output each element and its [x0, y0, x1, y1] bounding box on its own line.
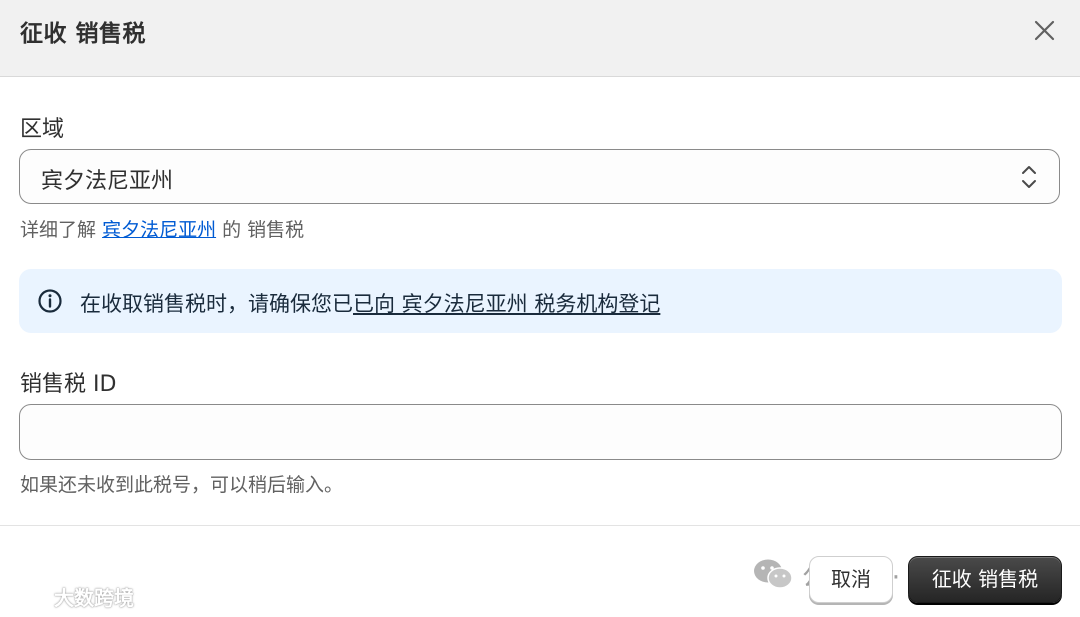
region-label: 区域 [20, 117, 65, 142]
dialog-title: 征收 销售税 [20, 21, 147, 47]
info-icon [37, 288, 63, 318]
sales-tax-dialog: 征收 销售税 区域 宾夕法尼亚州 详细了解 宾夕法尼亚州 的 销售税 在收取销售… [0, 0, 1080, 617]
brand-logo-icon [10, 587, 48, 605]
region-help-suffix: 的 销售税 [222, 219, 305, 241]
region-select-value: 宾夕法尼亚州 [41, 169, 174, 194]
banner-text-prefix: 在收取销售税时，请确保您已 [80, 292, 353, 316]
collect-sales-tax-button[interactable]: 征收 销售税 [908, 556, 1062, 603]
cancel-button[interactable]: 取消 [809, 556, 893, 603]
brand-watermark: 大数跨境 [8, 582, 134, 611]
brand-watermark-text: 大数跨境 [54, 586, 134, 610]
tax-id-input[interactable] [19, 404, 1062, 460]
chevron-up-down-icon [1019, 163, 1039, 195]
dialog-header: 征收 销售税 [0, 0, 1080, 77]
info-banner: 在收取销售税时，请确保您已已向 宾夕法尼亚州 税务机构登记 [19, 269, 1062, 333]
tax-id-help-text: 如果还未收到此税号，可以稍后输入。 [20, 474, 344, 496]
close-icon [1034, 20, 1055, 41]
banner-text: 在收取销售税时，请确保您已已向 宾夕法尼亚州 税务机构登记 [80, 288, 660, 318]
banner-registration-link[interactable]: 已向 宾夕法尼亚州 税务机构登记 [353, 292, 660, 316]
region-help-prefix: 详细了解 [20, 219, 97, 241]
close-button[interactable] [1026, 12, 1062, 48]
region-select[interactable]: 宾夕法尼亚州 [19, 149, 1060, 204]
footer-divider [0, 525, 1080, 526]
region-help-link[interactable]: 宾夕法尼亚州 [102, 219, 216, 241]
wechat-icon [754, 559, 793, 589]
region-help-text: 详细了解 宾夕法尼亚州 的 销售税 [20, 215, 304, 242]
tax-id-label: 销售税 ID [20, 372, 117, 397]
